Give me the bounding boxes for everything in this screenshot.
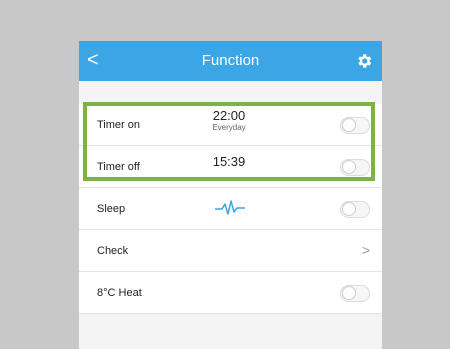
phone-screen: < Function Timer on 22:00 Everyday Timer… bbox=[79, 41, 382, 349]
timer-off-toggle[interactable] bbox=[340, 159, 370, 176]
timer-off-row[interactable]: Timer off 15:39 bbox=[79, 146, 382, 188]
heartbeat-wave-icon bbox=[215, 200, 245, 215]
toggle-knob bbox=[342, 202, 356, 216]
timer-on-row[interactable]: Timer on 22:00 Everyday bbox=[79, 104, 382, 146]
toggle-knob bbox=[342, 160, 356, 174]
check-label: Check bbox=[97, 245, 129, 257]
function-list: Timer on 22:00 Everyday Timer off 15:39 … bbox=[79, 104, 382, 314]
timer-off-time-value: 15:39 bbox=[212, 154, 246, 169]
sleep-toggle[interactable] bbox=[340, 201, 370, 218]
toggle-knob bbox=[342, 286, 356, 300]
sleep-row[interactable]: Sleep bbox=[79, 188, 382, 230]
page-title: Function bbox=[201, 52, 260, 69]
toggle-knob bbox=[342, 118, 356, 132]
gear-icon[interactable] bbox=[355, 52, 373, 70]
timer-on-toggle[interactable] bbox=[340, 117, 370, 134]
heat-8c-toggle[interactable] bbox=[340, 285, 370, 302]
timer-on-time[interactable]: 22:00 Everyday bbox=[197, 109, 261, 133]
timer-on-repeat: Everyday bbox=[212, 123, 246, 132]
sleep-label: Sleep bbox=[97, 203, 126, 215]
check-row[interactable]: Check > bbox=[79, 230, 382, 272]
timer-off-time[interactable]: 15:39 bbox=[197, 155, 261, 169]
heat-8c-row[interactable]: 8°C Heat bbox=[79, 272, 382, 314]
heat-8c-label: 8°C Heat bbox=[97, 287, 142, 299]
timer-on-label: Timer on bbox=[97, 119, 140, 131]
timer-off-label: Timer off bbox=[97, 161, 140, 173]
chevron-right-icon: > bbox=[361, 242, 370, 258]
timer-on-time-value: 22:00 bbox=[212, 108, 246, 123]
app-header: < Function bbox=[79, 41, 382, 81]
